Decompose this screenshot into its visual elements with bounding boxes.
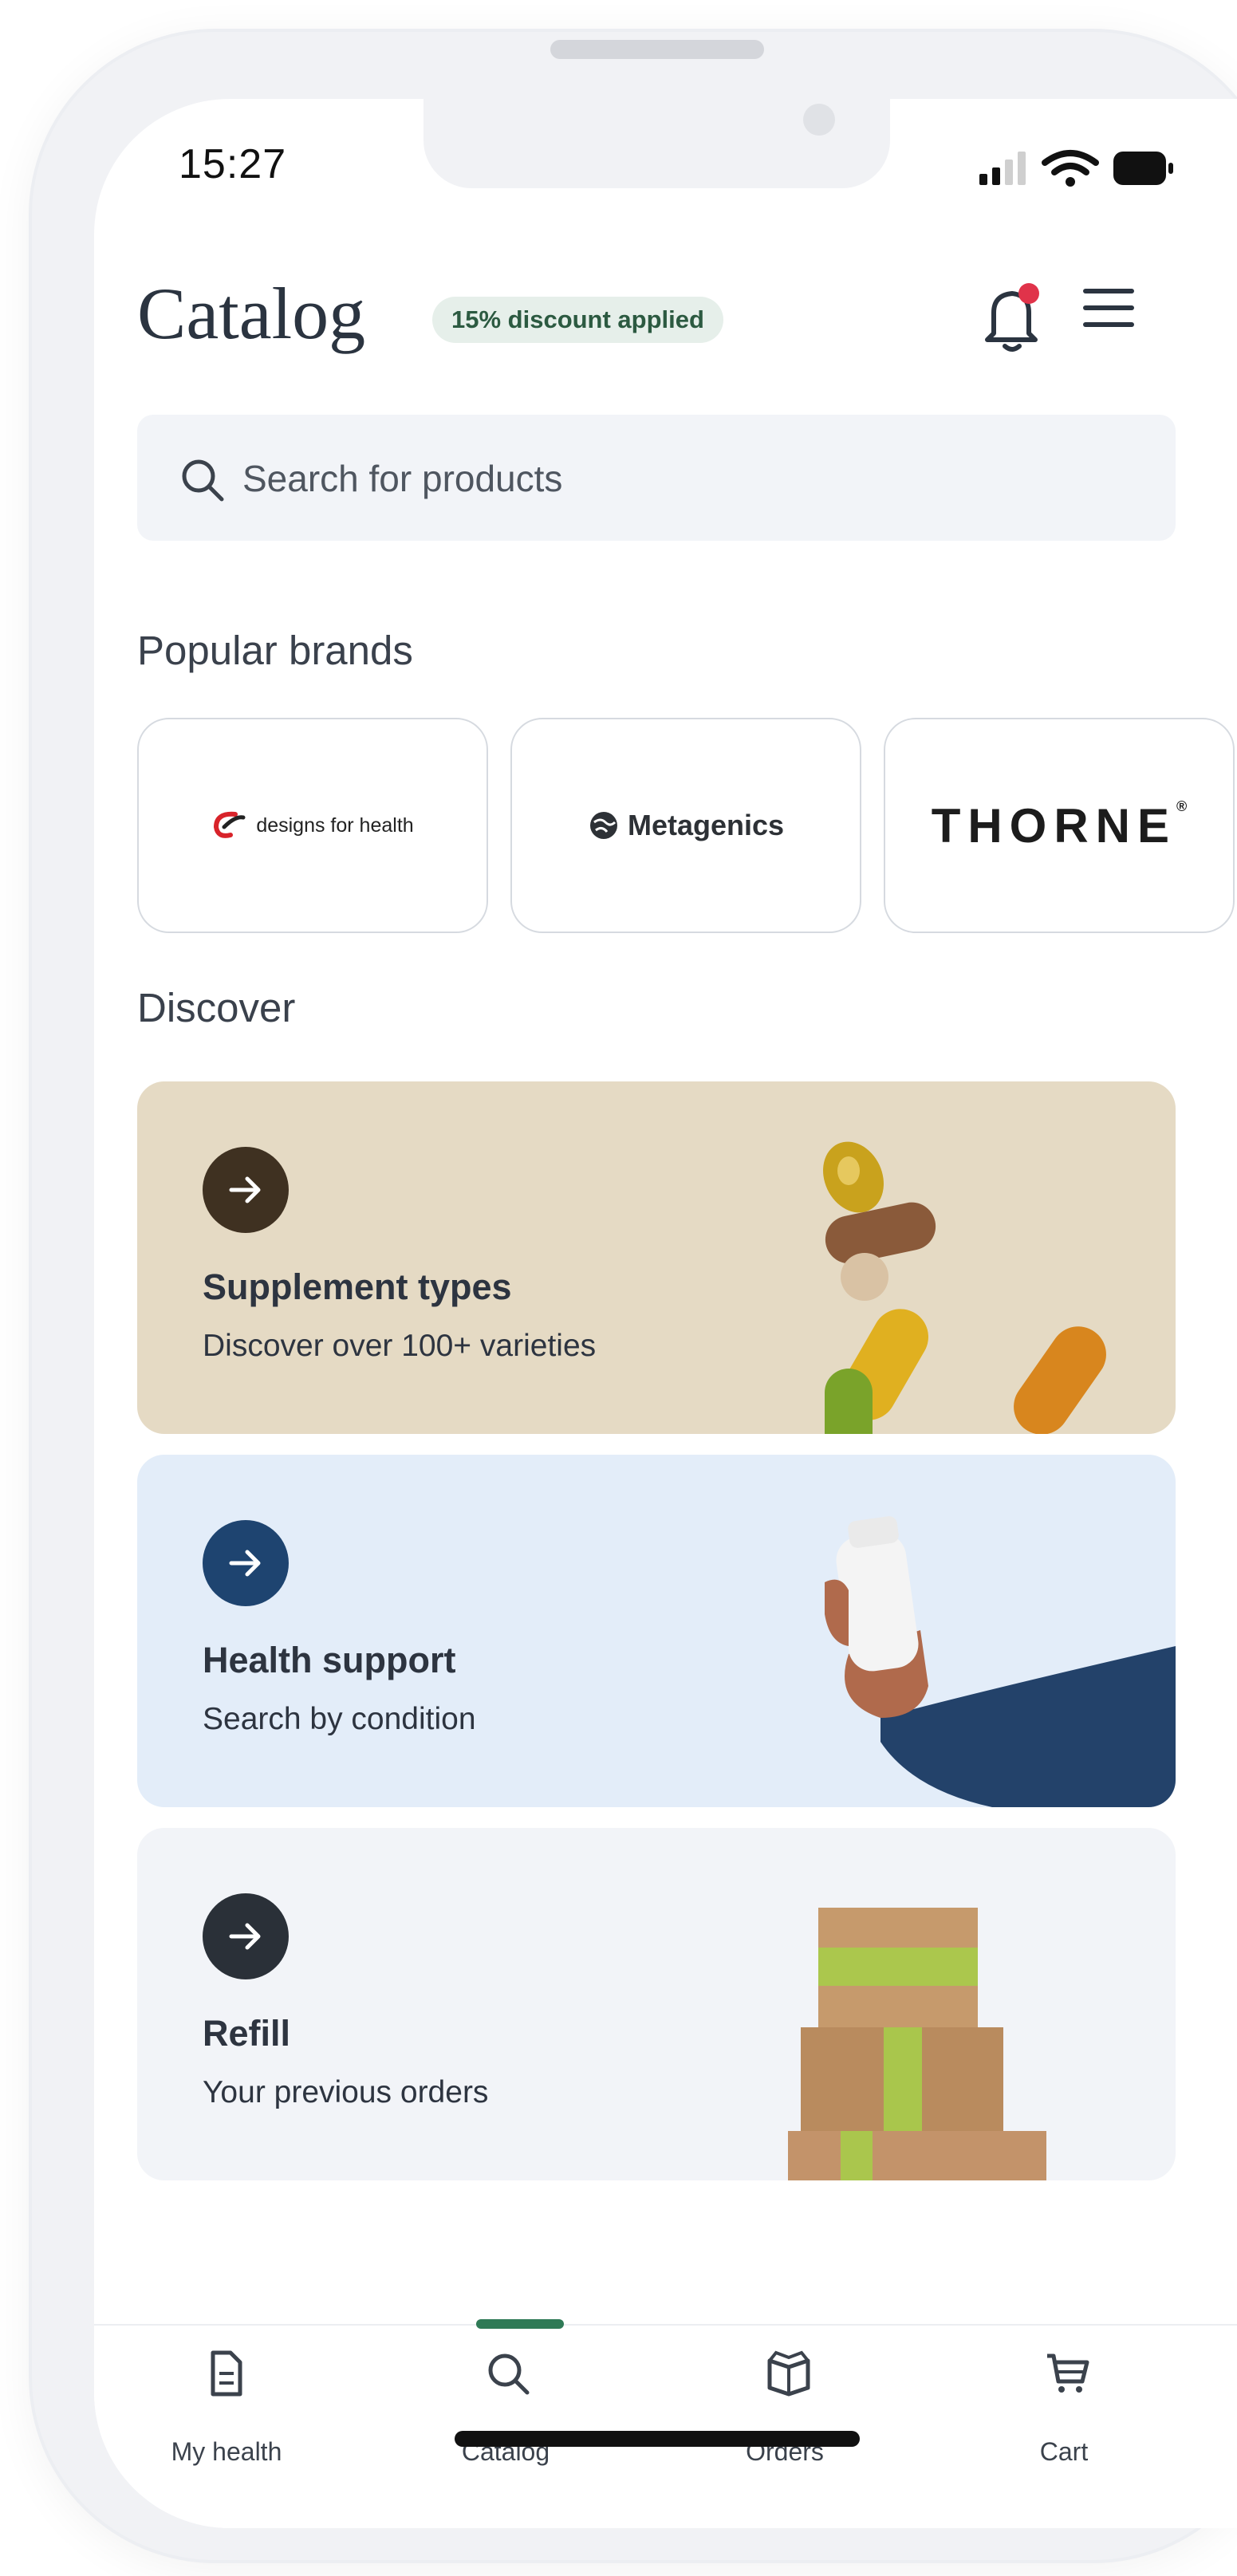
notification-dot	[1018, 283, 1039, 304]
card-subtitle: Your previous orders	[203, 2075, 489, 2109]
brand-label: THORNE®	[931, 798, 1188, 853]
search-icon	[182, 459, 224, 502]
search-input[interactable]	[241, 447, 962, 510]
metagenics-globe-icon	[589, 812, 617, 839]
popular-brands-heading: Popular brands	[137, 628, 413, 673]
hand-holding-bottle-image	[825, 1516, 1176, 1807]
nav-item-catalog[interactable]: Catalog	[386, 2319, 625, 2485]
arrow-right-icon	[203, 1520, 289, 1606]
active-tab-indicator	[476, 2319, 564, 2329]
card-title: Refill	[203, 2013, 291, 2054]
brand-card-designs-for-health[interactable]: designs for health	[137, 718, 488, 933]
app-screen: 15:27 Catalog 15% discount applied Searc…	[94, 99, 1237, 2528]
notification-bell-icon[interactable]	[976, 278, 1048, 354]
box-icon	[767, 2350, 810, 2397]
search-icon	[488, 2353, 530, 2395]
search-bar[interactable]	[137, 415, 1176, 541]
card-title: Supplement types	[203, 1266, 512, 1307]
nav-item-orders[interactable]: Orders	[665, 2326, 904, 2485]
cart-icon	[1047, 2353, 1089, 2393]
card-subtitle: Discover over 100+ varieties	[203, 1329, 597, 1363]
stacked-boxes-image	[788, 1908, 1046, 2180]
arrow-right-icon	[203, 1893, 289, 1979]
home-indicator[interactable]	[455, 2431, 860, 2447]
hamburger-menu-icon[interactable]	[1081, 284, 1137, 332]
status-icons	[979, 150, 1173, 187]
brand-card-metagenics[interactable]: Metagenics	[510, 718, 861, 933]
bottom-navigation: My health Catalog Orders Cart	[94, 2319, 1237, 2528]
discover-card-health-support[interactable]: Health support Search by condition	[137, 1455, 1176, 1807]
dfh-logo-icon	[214, 811, 246, 838]
document-icon	[211, 2350, 242, 2397]
supplement-pills-image	[823, 1141, 1106, 1434]
discover-card-supplement-types[interactable]: Supplement types Discover over 100+ vari…	[137, 1081, 1176, 1434]
discover-heading: Discover	[137, 985, 296, 1030]
brand-label: Metagenics	[627, 809, 785, 841]
nav-label: Cart	[1039, 2437, 1089, 2466]
signal-icon	[979, 152, 1026, 185]
nav-item-cart[interactable]: Cart	[944, 2326, 1184, 2485]
brand-label: designs for health	[256, 813, 414, 837]
device-speaker	[550, 40, 764, 59]
camera	[803, 104, 835, 136]
brand-card-thorne[interactable]: THORNE®	[884, 718, 1235, 933]
page-title: Catalog	[137, 273, 366, 354]
arrow-right-icon	[203, 1147, 289, 1233]
nav-item-my-health[interactable]: My health	[107, 2326, 346, 2485]
nav-label: My health	[171, 2437, 282, 2466]
card-subtitle: Search by condition	[203, 1702, 476, 1736]
status-time: 15:27	[179, 141, 287, 187]
device-notch	[423, 99, 890, 188]
wifi-icon	[1042, 150, 1099, 187]
card-title: Health support	[203, 1640, 456, 1680]
battery-icon	[1113, 152, 1173, 185]
discount-badge: 15% discount applied	[432, 297, 723, 343]
discover-card-refill[interactable]: Refill Your previous orders	[137, 1828, 1176, 2180]
